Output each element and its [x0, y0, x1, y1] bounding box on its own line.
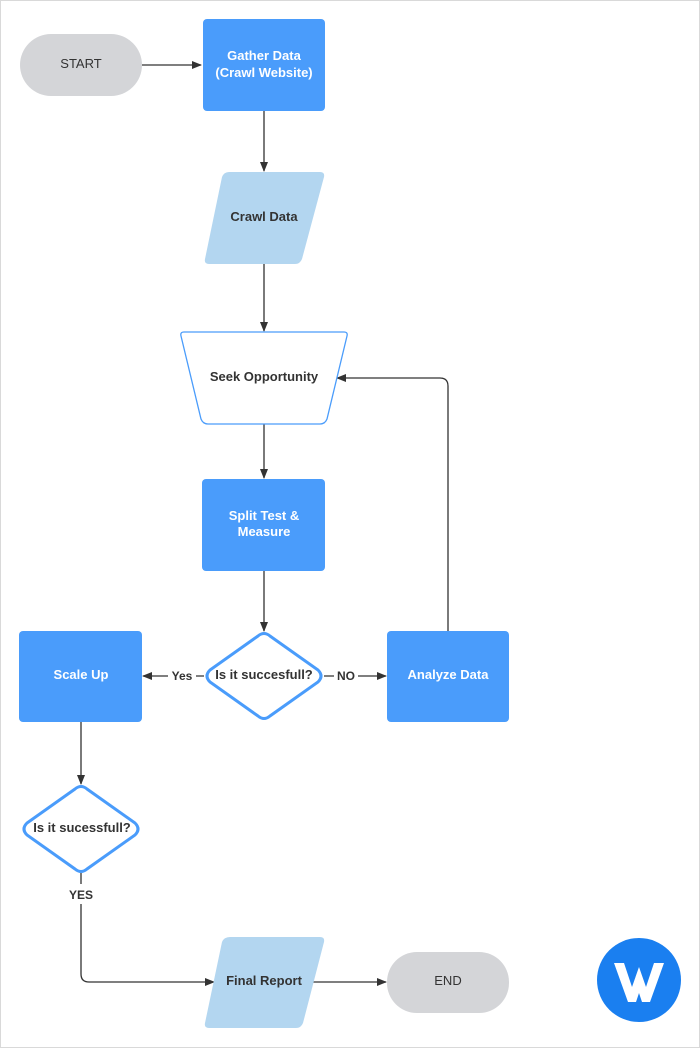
node-start[interactable]: START — [20, 34, 142, 96]
node-decision-succesfull-label: Is it succesfull? — [215, 667, 313, 682]
node-start-label: START — [60, 56, 101, 71]
flowchart: Yes NO YES START Gather Data (Crawl Webs… — [19, 19, 681, 1028]
node-analyze-data-label: Analyze Data — [408, 667, 490, 682]
node-decision-succesfull[interactable]: Is it succesfull? — [205, 632, 323, 720]
w-logo-icon — [597, 938, 681, 1022]
node-split-test[interactable]: Split Test & Measure — [202, 479, 325, 571]
node-scale-up-label: Scale Up — [54, 667, 109, 682]
node-final-report-label: Final Report — [226, 973, 303, 988]
edge-analyze-seek — [336, 374, 449, 631]
node-gather-data-label-line2: (Crawl Website) — [215, 65, 312, 80]
node-split-test-label-line2: Measure — [238, 524, 291, 539]
node-gather-data-label-line1: Gather Data — [227, 48, 301, 63]
node-scale-up[interactable]: Scale Up — [19, 631, 142, 722]
edge-decision2-report — [80, 873, 214, 982]
edge-label-no: NO — [337, 669, 355, 683]
node-crawl-data-label: Crawl Data — [230, 209, 298, 224]
node-gather-data[interactable]: Gather Data (Crawl Website) — [203, 19, 325, 111]
edge-label-yes: Yes — [172, 669, 193, 683]
node-decision-sucessfull[interactable]: Is it sucessfull? — [22, 785, 140, 873]
edge-label-yes-final: YES — [69, 888, 93, 902]
node-seek-opportunity[interactable]: Seek Opportunity — [180, 331, 348, 425]
node-split-test-label-line1: Split Test & — [229, 508, 300, 523]
node-end-label: END — [434, 973, 461, 988]
node-final-report[interactable]: Final Report — [204, 937, 325, 1028]
node-decision-sucessfull-label: Is it sucessfull? — [33, 820, 131, 835]
node-analyze-data[interactable]: Analyze Data — [387, 631, 509, 722]
node-seek-opportunity-label: Seek Opportunity — [210, 369, 319, 384]
node-crawl-data[interactable]: Crawl Data — [204, 172, 325, 264]
node-end[interactable]: END — [387, 952, 509, 1013]
